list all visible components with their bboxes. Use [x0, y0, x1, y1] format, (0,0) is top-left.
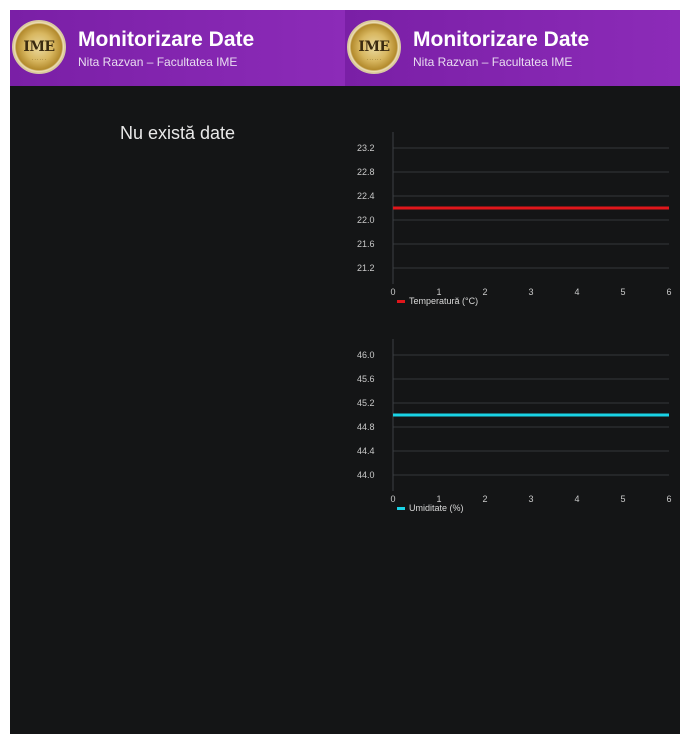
legend-swatch	[397, 507, 405, 510]
y-tick-label: 21.6	[357, 239, 375, 249]
x-tick-label: 0	[390, 494, 395, 504]
legend-label: Umiditate (%)	[409, 503, 464, 513]
y-tick-label: 22.8	[357, 167, 375, 177]
y-tick-label: 22.4	[357, 191, 375, 201]
app-title: Monitorizare Date	[78, 28, 255, 51]
empty-state-message: Nu există date	[119, 123, 236, 143]
x-tick-label: 5	[620, 287, 625, 297]
x-tick-label: 4	[574, 494, 579, 504]
legend-swatch	[397, 300, 405, 303]
y-tick-label: 21.2	[357, 263, 375, 273]
app-title: Monitorizare Date	[413, 28, 590, 51]
x-tick-label: 0	[390, 287, 395, 297]
app-subtitle: Nita Razvan – Facultatea IME	[78, 55, 238, 69]
app-subtitle: Nita Razvan – Facultatea IME	[413, 55, 573, 69]
x-tick-label: 4	[574, 287, 579, 297]
y-tick-label: 22.0	[357, 215, 375, 225]
temperature-chart: 23.222.822.422.021.621.20 1 2 3 4 5 6Temperatu…	[357, 132, 672, 306]
y-tick-label: 44.0	[357, 470, 375, 480]
app-header: IME · · · · · · Monitorizare Date Nita R…	[10, 10, 345, 86]
y-tick-label: 44.8	[357, 422, 375, 432]
y-tick-label: 46.0	[357, 350, 375, 360]
x-tick-label: 2	[482, 494, 487, 504]
university-logo-icon: IME · · · · · ·	[347, 20, 401, 74]
x-tick-label: 3	[528, 287, 533, 297]
x-tick-label: 6	[666, 287, 671, 297]
university-logo-icon: IME · · · · · ·	[12, 20, 66, 74]
app-header: IME · · · · · · Monitorizare Date Nita R…	[345, 10, 680, 86]
x-tick-label: 2	[482, 287, 487, 297]
y-tick-label: 45.2	[357, 398, 375, 408]
y-tick-label: 45.6	[357, 374, 375, 384]
x-tick-label: 3	[528, 494, 533, 504]
y-tick-label: 23.2	[357, 143, 375, 153]
phone-screen-empty: IME · · · · · · Monitorizare Date Nita R…	[10, 10, 345, 734]
y-tick-label: 44.4	[357, 446, 375, 456]
x-tick-label: 6	[666, 494, 671, 504]
humidity-chart: 46.045.645.244.844.444.00 1 2 3 4 5 6Umiditate…	[357, 339, 672, 513]
x-tick-label: 5	[620, 494, 625, 504]
phone-screen-charts: IME · · · · · · Monitorizare Date Nita R…	[345, 10, 680, 734]
legend-label: Temperatură (°C)	[409, 296, 478, 306]
